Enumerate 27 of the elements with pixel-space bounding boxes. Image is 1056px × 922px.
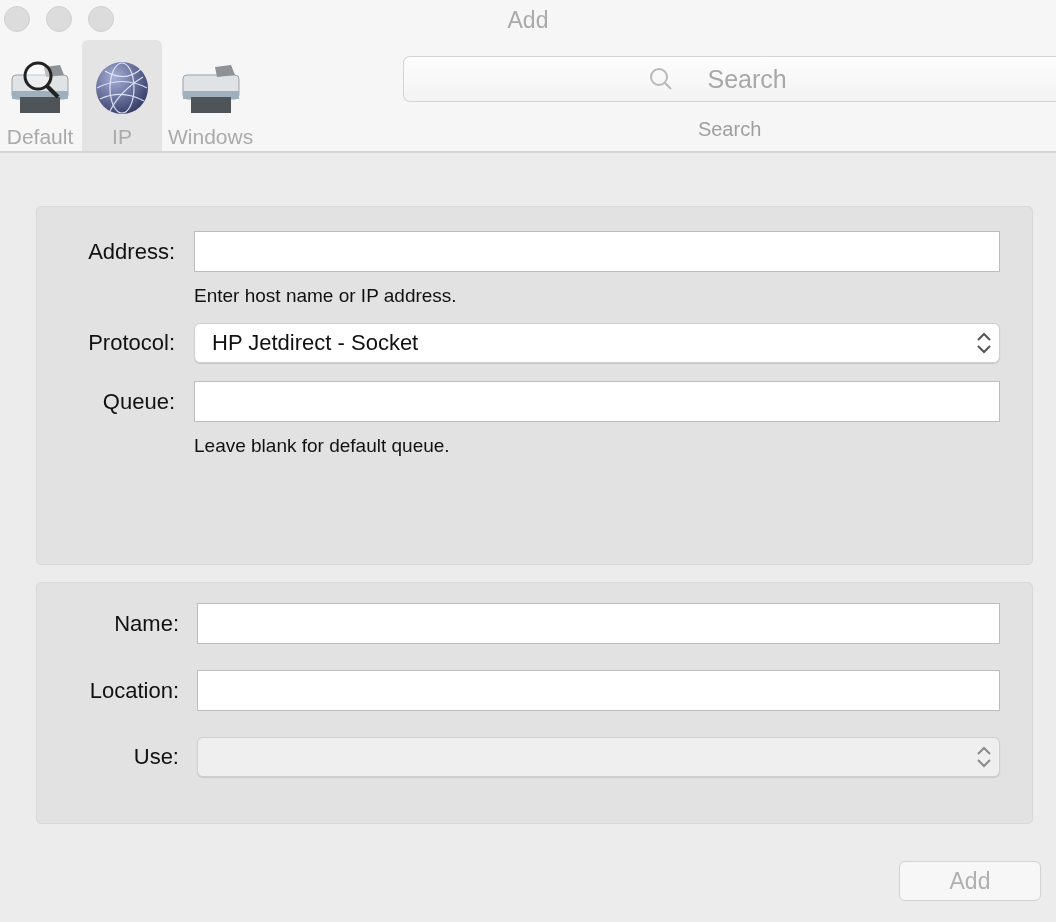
window-title: Add xyxy=(507,7,549,34)
hint-text: Leave blank for default queue. xyxy=(194,435,450,456)
field-label: Location: xyxy=(88,677,179,704)
field-label: Name: xyxy=(113,610,179,637)
stepper-arrows-icon xyxy=(975,744,993,770)
dropdown[interactable]: HP Jetdirect - Socket xyxy=(194,323,1000,363)
printer-magnifier-icon xyxy=(8,61,72,115)
text-field[interactable] xyxy=(197,670,1000,711)
toolbar-tab[interactable]: Windows xyxy=(164,40,258,151)
search-label: Search xyxy=(697,118,762,141)
minimize-button[interactable] xyxy=(46,6,72,32)
text-field[interactable] xyxy=(194,231,1000,272)
hint-text: Enter host name or IP address. xyxy=(194,285,457,306)
text-field[interactable] xyxy=(197,603,1000,644)
search-icon xyxy=(649,67,674,91)
zoom-button[interactable] xyxy=(88,6,114,32)
field-label: Queue: xyxy=(101,388,175,415)
field-label: Address: xyxy=(87,238,175,265)
globe-icon xyxy=(95,61,149,115)
search-field[interactable]: Search xyxy=(403,56,1056,102)
toolbar-tab[interactable]: IP xyxy=(82,40,162,151)
field-label: Use: xyxy=(132,744,179,770)
text-field[interactable] xyxy=(194,381,1000,422)
field-label: Protocol: xyxy=(87,330,175,356)
close-button[interactable] xyxy=(4,6,30,32)
toolbar-tab[interactable]: Default xyxy=(0,40,80,151)
stepper-arrows-icon xyxy=(975,330,993,356)
